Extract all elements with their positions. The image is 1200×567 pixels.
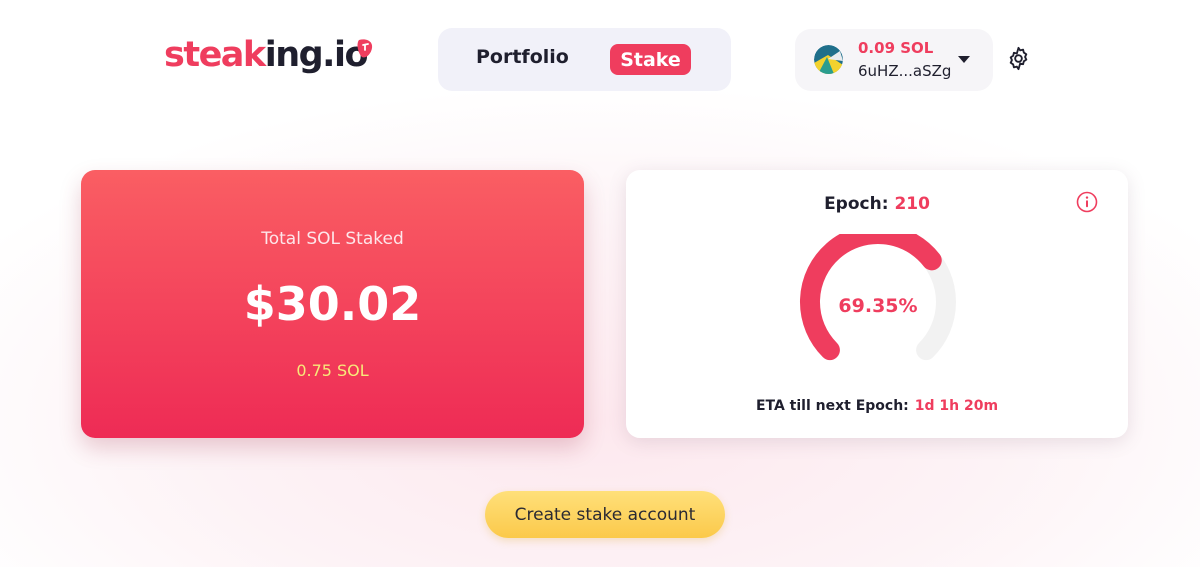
logo-text-steak: steak (164, 35, 266, 75)
wallet-balance: 0.09 SOL (858, 39, 934, 57)
total-staked-value: $30.02 (243, 277, 422, 331)
eta-value: 1d 1h 20m (914, 398, 999, 414)
nav-tab-stake[interactable]: Stake (610, 44, 691, 75)
info-icon[interactable] (1076, 191, 1098, 213)
total-staked-card: Total SOL Staked $30.02 0.75 SOL (81, 170, 584, 438)
create-stake-account-button[interactable]: Create stake account (485, 491, 725, 538)
main-nav: Portfolio Stake (438, 28, 731, 91)
epoch-number: 210 (894, 194, 930, 214)
gauge-fill (799, 234, 942, 361)
epoch-progress-percent: 69.35% (838, 295, 918, 317)
total-staked-label: Total SOL Staked (261, 229, 404, 249)
wallet-avatar-icon (814, 45, 843, 74)
wallet-dropdown[interactable]: 0.09 SOL 6uHZ...aSZg (795, 29, 993, 91)
logo-mark-icon (357, 39, 373, 58)
epoch-label: Epoch: (824, 194, 889, 214)
total-staked-sol: 0.75 SOL (296, 361, 369, 380)
wallet-address: 6uHZ...aSZg (858, 62, 952, 80)
epoch-card: Epoch: 210 69.35% ETA till next Epoch: 1d… (626, 170, 1128, 438)
logo-text-ing: ing.io (264, 35, 369, 75)
chevron-down-icon (958, 56, 970, 63)
logo[interactable]: steaking.io (164, 35, 369, 75)
epoch-eta: ETA till next Epoch: 1d 1h 20m (626, 398, 1128, 414)
nav-tab-portfolio[interactable]: Portfolio (476, 46, 569, 68)
epoch-title: Epoch: 210 (626, 194, 1128, 214)
eta-label: ETA till next Epoch: (755, 398, 909, 414)
gear-icon[interactable] (1006, 46, 1031, 71)
